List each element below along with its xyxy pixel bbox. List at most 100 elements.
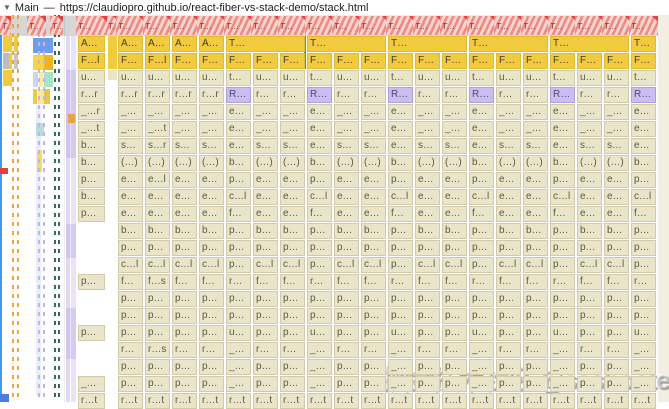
flame-cell[interactable]: p…	[172, 291, 197, 307]
flame-cell[interactable]: u…	[145, 70, 170, 86]
flame-cell[interactable]: e…	[361, 206, 386, 222]
flame-cell[interactable]: p…	[496, 291, 521, 307]
flame-cell[interactable]: e…	[631, 138, 656, 154]
flame-cell[interactable]: b…	[388, 155, 413, 171]
flame-cell[interactable]: r…	[280, 87, 305, 103]
flame-cell[interactable]: F…	[253, 53, 278, 69]
flame-cell[interactable]: r…t	[280, 393, 305, 409]
flame-cell[interactable]: _…	[361, 121, 386, 137]
flame-cell[interactable]: p…	[226, 172, 251, 188]
flame-cell[interactable]: p…	[415, 325, 440, 341]
flame-cell[interactable]: e…	[631, 104, 656, 120]
flame-cell[interactable]: r…s	[145, 342, 170, 358]
flame-cell[interactable]: c…l	[577, 257, 602, 273]
flame-cell[interactable]: p…	[307, 291, 332, 307]
flame-cell[interactable]: _…t	[145, 121, 170, 137]
flame-cell[interactable]: f…	[577, 274, 602, 290]
flame-cell[interactable]: T…	[469, 36, 548, 52]
flame-cell[interactable]: r…t	[415, 393, 440, 409]
flame-cell[interactable]: s…	[172, 138, 197, 154]
flame-cell[interactable]: e…	[172, 189, 197, 205]
flame-cell[interactable]: e…	[226, 121, 251, 137]
flame-cell[interactable]: (…)	[334, 155, 359, 171]
flame-cell[interactable]: e…	[118, 172, 143, 188]
flame-cell[interactable]: e…	[145, 189, 170, 205]
flame-cell[interactable]: F…	[172, 53, 197, 69]
flame-cell[interactable]: p…	[253, 308, 278, 324]
flame-cell[interactable]: _…	[469, 359, 494, 375]
flame-cell[interactable]: r…t	[442, 393, 467, 409]
flame-cell[interactable]: _…	[550, 376, 575, 392]
flame-cell[interactable]: c…l	[361, 257, 386, 273]
flame-cell[interactable]: e…l	[145, 172, 170, 188]
flame-cell[interactable]: p…	[334, 291, 359, 307]
flame-cell[interactable]: r…t	[226, 393, 251, 409]
flame-cell[interactable]: u…	[361, 70, 386, 86]
flame-cell[interactable]: p…	[361, 376, 386, 392]
flame-cell[interactable]: _…	[550, 359, 575, 375]
flame-cell[interactable]: r…	[577, 342, 602, 358]
flame-cell[interactable]: s…	[334, 138, 359, 154]
flame-cell[interactable]: c…l	[496, 257, 521, 273]
flame-cell[interactable]: c…l	[199, 257, 224, 273]
flame-cell[interactable]: _…	[523, 121, 548, 137]
flame-cell[interactable]: F…	[415, 53, 440, 69]
flame-cell[interactable]: F…	[307, 53, 332, 69]
flame-cell[interactable]: e…	[307, 138, 332, 154]
task-bar[interactable]: T…	[305, 16, 334, 35]
flame-cell[interactable]: (…)	[577, 155, 602, 171]
flame-cell[interactable]: e…	[307, 104, 332, 120]
flame-cell[interactable]: p…	[361, 359, 386, 375]
flame-cell[interactable]: r…	[550, 274, 575, 290]
flame-cell[interactable]: p…	[145, 308, 170, 324]
flame-cell[interactable]: r…	[631, 274, 656, 290]
flame-cell[interactable]: _…	[496, 121, 521, 137]
flame-cell[interactable]: A…	[199, 36, 224, 52]
task-bar[interactable]: T…	[170, 16, 199, 35]
flame-cell[interactable]: p…	[415, 291, 440, 307]
flame-cell[interactable]: e…	[577, 206, 602, 222]
flame-cell[interactable]: e…	[415, 206, 440, 222]
flame-cell[interactable]: e…	[442, 172, 467, 188]
flame-cell[interactable]: f…	[550, 206, 575, 222]
flame-cell[interactable]: r…t	[631, 393, 656, 409]
flame-cell[interactable]: r…	[496, 87, 521, 103]
flame-cell[interactable]: r…t	[469, 393, 494, 409]
flame-cell[interactable]: _…	[604, 104, 629, 120]
flame-cell[interactable]: p…	[172, 308, 197, 324]
task-bar[interactable]: T…	[575, 16, 604, 35]
flame-cell[interactable]: u…	[199, 70, 224, 86]
flame-cell[interactable]: _…	[577, 104, 602, 120]
flame-cell[interactable]: r…	[442, 342, 467, 358]
flame-cell[interactable]: f…	[388, 206, 413, 222]
flame-cell[interactable]: p…	[145, 291, 170, 307]
flame-cell[interactable]: r…	[415, 87, 440, 103]
flame-cell[interactable]: _…	[307, 359, 332, 375]
flame-cell[interactable]: p…	[550, 223, 575, 239]
flame-cell[interactable]: _…	[199, 121, 224, 137]
flame-cell[interactable]: b…	[172, 223, 197, 239]
flame-cell[interactable]: b…	[280, 223, 305, 239]
flame-cell[interactable]: s…r	[145, 138, 170, 154]
flame-cell[interactable]: p…	[631, 240, 656, 256]
flame-cell[interactable]: p…	[415, 359, 440, 375]
flame-cell[interactable]: F…	[469, 53, 494, 69]
flame-cell[interactable]: r…	[442, 87, 467, 103]
flame-cell[interactable]: p…	[199, 325, 224, 341]
flame-cell[interactable]: p…	[307, 240, 332, 256]
flame-cell[interactable]: p…	[577, 359, 602, 375]
flame-cell[interactable]: (…)	[280, 155, 305, 171]
flame-cell[interactable]: p…	[442, 291, 467, 307]
flame-cell[interactable]: c…l	[388, 189, 413, 205]
flame-cell[interactable]: p…	[280, 291, 305, 307]
flame-cell[interactable]: _…	[496, 104, 521, 120]
flame-cell[interactable]: r…t	[388, 393, 413, 409]
flame-cell[interactable]: t…	[307, 70, 332, 86]
flame-cell[interactable]: r…	[199, 342, 224, 358]
flame-cell[interactable]: r…	[253, 342, 278, 358]
flame-cell[interactable]: T…	[307, 36, 386, 52]
flame-cell[interactable]: p…	[577, 325, 602, 341]
flame-cell[interactable]: f…	[334, 274, 359, 290]
flame-cell[interactable]: p…	[118, 376, 143, 392]
flame-cell[interactable]: e…	[280, 189, 305, 205]
